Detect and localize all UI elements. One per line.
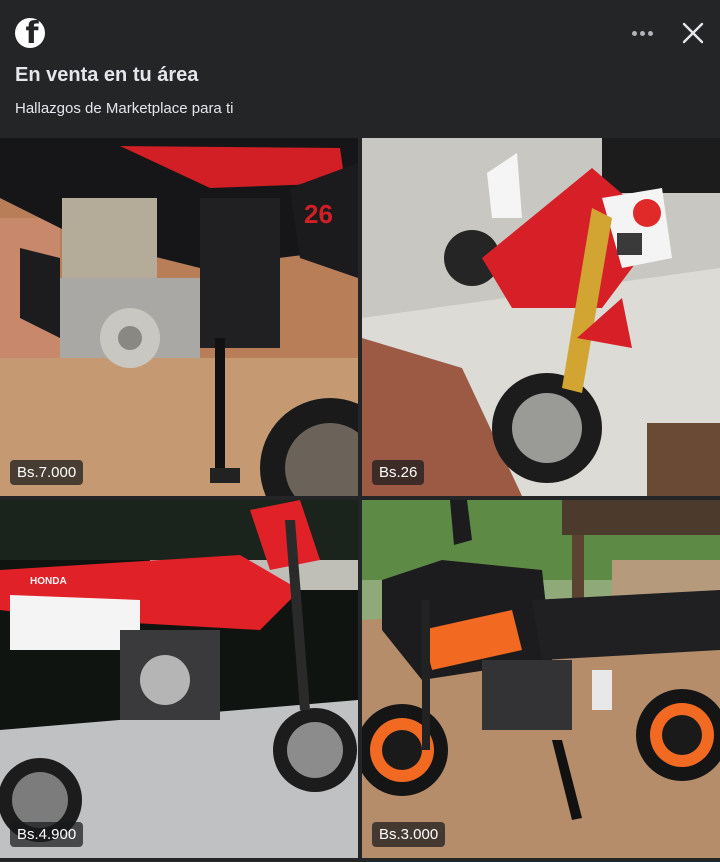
close-icon[interactable]: [678, 18, 708, 48]
svg-text:HONDA: HONDA: [30, 576, 67, 587]
listing-price: Bs.3.000: [372, 822, 446, 847]
marketplace-header: f En venta en tu área Hallazgos de Marke…: [0, 0, 720, 138]
listings-grid: 26 Bs.7.000 Bs.26 HONDA Bs.4.900 Bs.3.00…: [0, 138, 720, 862]
more-options-icon[interactable]: [626, 22, 658, 44]
black-orange-street-bike-photo: [362, 500, 720, 858]
section-title: En venta en tu área: [15, 64, 199, 86]
listing-price: Bs.26: [372, 460, 425, 485]
listing-card-2[interactable]: Bs.26: [362, 138, 720, 496]
red-dirt-bike-photo: [362, 138, 720, 496]
svg-text:26: 26: [304, 199, 333, 229]
red-white-dirt-bike-photo: HONDA: [0, 500, 358, 858]
listing-card-3[interactable]: HONDA Bs.4.900: [0, 500, 358, 858]
motorcycle-engine-photo: 26: [0, 138, 358, 496]
listing-card-4[interactable]: Bs.3.000: [362, 500, 720, 858]
section-subtitle: Hallazgos de Marketplace para ti: [15, 100, 234, 117]
facebook-icon[interactable]: f: [15, 18, 45, 48]
listing-price: Bs.4.900: [10, 822, 84, 847]
listing-card-1[interactable]: 26 Bs.7.000: [0, 138, 358, 496]
listing-price: Bs.7.000: [10, 460, 84, 485]
